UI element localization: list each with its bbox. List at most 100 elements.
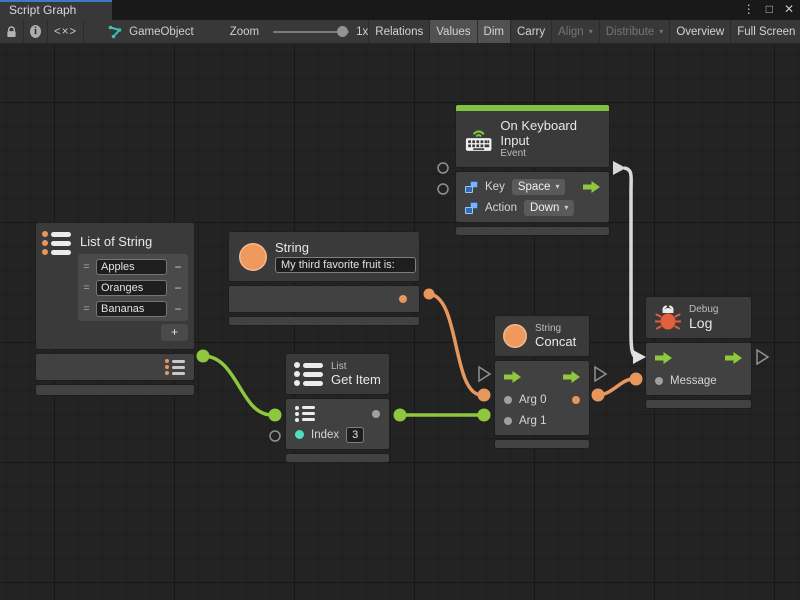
code-icon: <×> (54, 26, 77, 38)
add-item-button[interactable]: + (161, 324, 188, 341)
node-title: On Keyboard Input (500, 118, 600, 148)
unconnected-port[interactable] (438, 184, 448, 194)
drag-handle[interactable]: = (81, 303, 92, 315)
unconnected-flow-port[interactable] (479, 367, 490, 381)
toolbar-button-values[interactable]: Values (430, 20, 477, 43)
output-row (229, 286, 419, 312)
node-debug-log[interactable]: Debug Log Message (645, 296, 752, 409)
tab-script-graph[interactable]: Script Graph (0, 0, 112, 20)
wire-endpoint[interactable] (269, 409, 282, 422)
zoom-control: Zoom 1x (230, 20, 369, 43)
lock-icon (6, 25, 17, 39)
wire-endpoint[interactable] (197, 350, 210, 363)
toolbar-button-overview[interactable]: Overview (670, 20, 731, 43)
wire-endpoint[interactable] (592, 389, 605, 402)
toolbar-button-fullscreen[interactable]: Full Screen (731, 20, 800, 43)
message-row: Message (646, 370, 751, 392)
toolbar-button-relations[interactable]: Relations (369, 20, 430, 43)
keyboard-icon (465, 125, 492, 153)
unconnected-flow-port[interactable] (595, 367, 606, 381)
string-output-port[interactable] (399, 295, 407, 303)
index-row: Index 3 (286, 424, 389, 445)
wire-endpoint[interactable] (424, 289, 435, 300)
list-item-row: = Bananas − (81, 298, 185, 319)
chevron-down-icon: ▾ (564, 203, 568, 212)
flow-in-port[interactable] (504, 371, 521, 383)
wire-string-to-concat[interactable] (429, 294, 481, 395)
variable-icon (465, 202, 478, 214)
drag-handle[interactable]: = (81, 261, 92, 273)
unconnected-flow-port[interactable] (757, 350, 768, 364)
list-item-field[interactable]: Apples (96, 259, 167, 275)
node-title: Concat (535, 334, 576, 349)
arg0-input-port[interactable] (504, 396, 512, 404)
flow-out-port[interactable] (563, 371, 580, 383)
message-input-port[interactable] (655, 377, 663, 385)
zoom-label: Zoom (230, 26, 259, 38)
wire-list-to-getitem[interactable] (203, 356, 272, 415)
zoom-slider[interactable] (273, 31, 349, 33)
close-icon[interactable]: ✕ (784, 2, 794, 16)
list-item-field[interactable]: Oranges (96, 280, 167, 296)
menu-icon[interactable]: ⋮ (743, 2, 755, 16)
flow-in-port[interactable] (655, 352, 672, 364)
node-title: List of String (80, 234, 188, 249)
string-output-port[interactable] (572, 396, 580, 404)
lock-button[interactable] (0, 20, 24, 43)
toolbar-button-align[interactable]: Align ▾ (552, 20, 600, 43)
node-on-keyboard-input[interactable]: On Keyboard Input Event Key Space ▾ Acti… (455, 104, 610, 236)
info-button[interactable]: i (24, 20, 48, 43)
node-category: List (331, 361, 381, 372)
wire-endpoint[interactable] (630, 373, 643, 386)
unconnected-port[interactable] (438, 163, 448, 173)
string-value-field[interactable]: My third favorite fruit is: (275, 257, 416, 273)
gameobject-reference[interactable]: GameObject (106, 20, 196, 43)
index-input-port[interactable] (295, 430, 304, 439)
wire-concat-to-log[interactable] (598, 379, 633, 395)
graph-canvas[interactable]: On Keyboard Input Event Key Space ▾ Acti… (0, 44, 800, 600)
flow-out-port[interactable] (725, 352, 742, 364)
node-footer (228, 316, 420, 326)
remove-item-button[interactable]: − (171, 302, 185, 316)
list-icon (294, 362, 323, 386)
list-output-port[interactable] (165, 359, 185, 375)
bug-icon (655, 305, 681, 331)
key-dropdown[interactable]: Space ▾ (512, 179, 566, 195)
toolbar-button-carry[interactable]: Carry (511, 20, 552, 43)
unconnected-port[interactable] (270, 431, 280, 441)
node-footer (645, 399, 752, 409)
node-concat[interactable]: String Concat Arg 0 Arg 1 (494, 315, 590, 449)
node-title: Get Item (331, 372, 381, 387)
item-output-port[interactable] (372, 410, 380, 418)
port-row-action: Action Down ▾ (456, 197, 609, 218)
toolbar: i <×> GameObject Zoom 1x Relations Value… (0, 20, 800, 44)
list-input-port[interactable] (295, 406, 315, 422)
remove-item-button[interactable]: − (171, 260, 185, 274)
drag-handle[interactable]: = (81, 282, 92, 294)
index-value-field[interactable]: 3 (346, 427, 364, 443)
toolbar-toggles: Relations Values Dim Carry Align ▾ Distr… (368, 20, 800, 43)
flow-row (495, 365, 589, 389)
code-preview-button[interactable]: <×> (48, 20, 84, 43)
zoom-slider-knob[interactable] (337, 26, 348, 37)
wire-flow-keyboard-to-log[interactable] (624, 168, 636, 357)
maximize-icon[interactable]: □ (766, 2, 773, 16)
flow-wire-start-arrow[interactable] (613, 161, 626, 175)
list-icon (42, 231, 71, 341)
node-string-literal[interactable]: String My third favorite fruit is: (228, 231, 420, 326)
wire-endpoint[interactable] (478, 409, 491, 422)
string-type-icon (503, 324, 527, 348)
node-get-item[interactable]: List Get Item Index 3 (285, 353, 390, 463)
zoom-value: 1x (356, 26, 368, 38)
info-icon: i (30, 25, 41, 38)
toolbar-button-dim[interactable]: Dim (478, 20, 511, 43)
flow-out-port[interactable] (583, 181, 600, 193)
node-list-of-string[interactable]: List of String = Apples − = Oranges − (35, 222, 195, 396)
remove-item-button[interactable]: − (171, 281, 185, 295)
list-item-field[interactable]: Bananas (96, 301, 167, 317)
toolbar-button-distribute[interactable]: Distribute ▾ (600, 20, 671, 43)
action-dropdown[interactable]: Down ▾ (524, 200, 574, 216)
arg1-input-port[interactable] (504, 417, 512, 425)
wire-endpoint[interactable] (478, 389, 491, 402)
wire-endpoint[interactable] (394, 409, 407, 422)
